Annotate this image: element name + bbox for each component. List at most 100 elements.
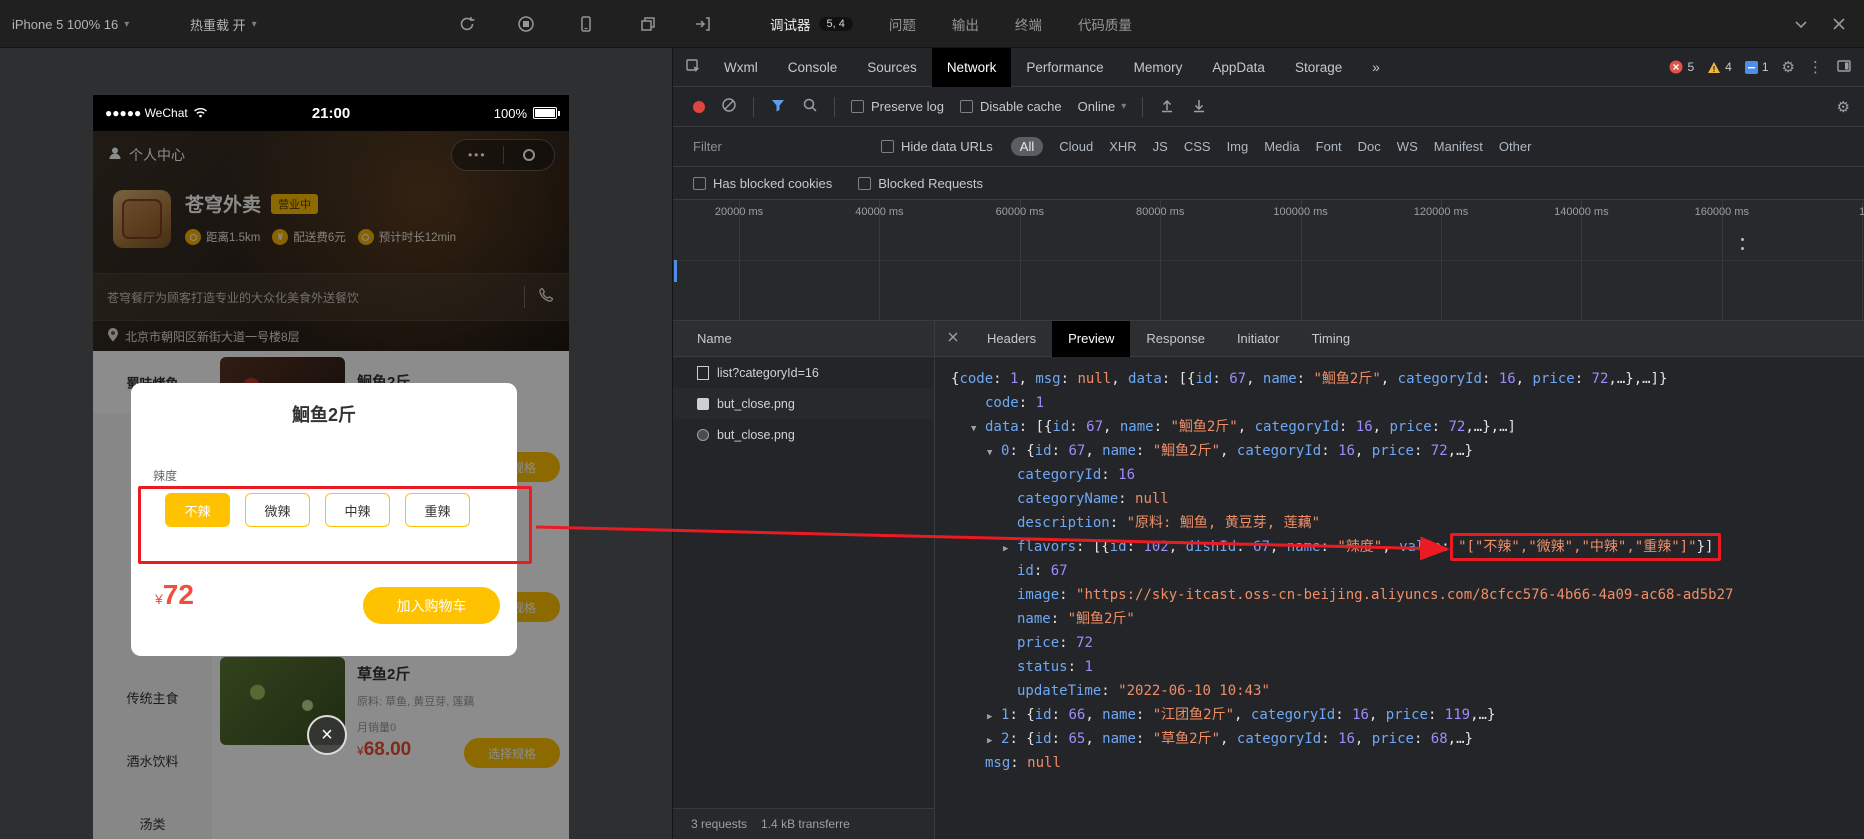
request-row-2[interactable]: but_close.png bbox=[673, 419, 934, 450]
refresh-icon[interactable] bbox=[458, 15, 476, 33]
devtools-tab-performance[interactable]: Performance bbox=[1011, 48, 1118, 87]
json-token: code bbox=[985, 395, 1019, 411]
devtools-tab-memory[interactable]: Memory bbox=[1119, 48, 1198, 87]
device-selector[interactable]: iPhone 5 100% 16 ▾ bbox=[12, 0, 129, 48]
filter-chip-doc[interactable]: Doc bbox=[1358, 139, 1381, 154]
import-har-icon[interactable] bbox=[1159, 97, 1175, 116]
ide-tab-badge: 5, 4 bbox=[818, 17, 853, 31]
request-name-header[interactable]: Name bbox=[673, 321, 934, 357]
network-settings-gear-icon[interactable]: ⚙ bbox=[1837, 98, 1864, 116]
devtools-tab-wxml[interactable]: Wxml bbox=[709, 48, 773, 87]
kebab-menu-icon[interactable]: ⋮ bbox=[1808, 58, 1823, 76]
json-token: : bbox=[1413, 731, 1431, 747]
detail-tab-initiator[interactable]: Initiator bbox=[1221, 321, 1296, 357]
json-line-11[interactable]: price: 72 bbox=[935, 631, 1864, 655]
ide-tab-4[interactable]: 代码质量 bbox=[1078, 14, 1132, 34]
blocked-requests-checkbox[interactable]: Blocked Requests bbox=[858, 176, 983, 191]
hot-reload-toggle[interactable]: 热重载 开 ▾ bbox=[190, 0, 257, 48]
json-line-10[interactable]: name: "鮰鱼2斤" bbox=[935, 607, 1864, 631]
export-har-icon[interactable] bbox=[1191, 97, 1207, 116]
devtools-tab-sources[interactable]: Sources bbox=[852, 48, 932, 87]
search-icon[interactable] bbox=[802, 97, 818, 116]
collapse-panel-icon[interactable] bbox=[1792, 15, 1810, 33]
filter-chip-other[interactable]: Other bbox=[1499, 139, 1532, 154]
tree-collapse-icon[interactable]: ▶ bbox=[987, 729, 1001, 753]
json-token: "鮰鱼2斤" bbox=[1152, 443, 1221, 459]
ide-tab-3[interactable]: 终端 bbox=[1015, 14, 1042, 34]
gear-icon[interactable]: ⚙ bbox=[1782, 58, 1795, 76]
json-line-5[interactable]: categoryName: null bbox=[935, 487, 1864, 511]
tree-expand-icon[interactable]: ▼ bbox=[971, 417, 985, 441]
flavor-option-1[interactable]: 微辣 bbox=[245, 493, 310, 527]
request-row-1[interactable]: but_close.png bbox=[673, 388, 934, 419]
filter-funnel-icon[interactable] bbox=[770, 97, 786, 116]
clear-icon[interactable] bbox=[721, 97, 737, 116]
phone-preview-icon[interactable] bbox=[577, 15, 595, 33]
flavor-option-0[interactable]: 不辣 bbox=[165, 493, 230, 527]
json-line-8[interactable]: id: 67 bbox=[935, 559, 1864, 583]
json-line-0[interactable]: {code: 1, msg: null, data: [{id: 67, nam… bbox=[935, 367, 1864, 391]
json-line-6[interactable]: description: "原料: 鮰鱼, 黄豆芽, 莲藕" bbox=[935, 511, 1864, 535]
ide-tab-2[interactable]: 输出 bbox=[952, 14, 979, 34]
add-to-cart-button[interactable]: 加入购物车 bbox=[363, 587, 500, 624]
stop-icon[interactable] bbox=[517, 15, 535, 33]
json-line-3[interactable]: ▼ 0: {id: 67, name: "鮰鱼2斤", categoryId: 1… bbox=[935, 439, 1864, 463]
json-line-2[interactable]: ▼ data: [{id: 67, name: "鮰鱼2斤", categoryI… bbox=[935, 415, 1864, 439]
flavor-option-2[interactable]: 中辣 bbox=[325, 493, 390, 527]
devtools-tab-[interactable]: » bbox=[1357, 48, 1395, 87]
multi-device-icon[interactable] bbox=[639, 15, 657, 33]
json-line-15[interactable]: ▶ 2: {id: 65, name: "草鱼2斤", categoryId: 1… bbox=[935, 727, 1864, 751]
detail-tab-timing[interactable]: Timing bbox=[1296, 321, 1367, 357]
inspect-element-icon[interactable] bbox=[685, 58, 709, 77]
filter-chip-all[interactable]: All bbox=[1010, 137, 1044, 156]
json-line-16[interactable]: msg: null bbox=[935, 751, 1864, 775]
filter-chip-media[interactable]: Media bbox=[1264, 139, 1299, 154]
devtools-tab-appdata[interactable]: AppData bbox=[1197, 48, 1280, 87]
json-line-12[interactable]: status: 1 bbox=[935, 655, 1864, 679]
json-line-13[interactable]: updateTime: "2022-06-10 10:43" bbox=[935, 679, 1864, 703]
ide-tab-1[interactable]: 问题 bbox=[889, 14, 916, 34]
devtools-tab-console[interactable]: Console bbox=[773, 48, 853, 87]
devtools-tab-network[interactable]: Network bbox=[931, 47, 1012, 87]
filter-chip-img[interactable]: Img bbox=[1227, 139, 1249, 154]
filter-chip-xhr[interactable]: XHR bbox=[1109, 139, 1136, 154]
error-count-badge[interactable]: 5 bbox=[1669, 60, 1694, 74]
record-icon[interactable] bbox=[693, 100, 705, 113]
filter-chip-ws[interactable]: WS bbox=[1397, 139, 1418, 154]
tree-collapse-icon[interactable]: ▶ bbox=[987, 705, 1001, 729]
filter-chip-font[interactable]: Font bbox=[1316, 139, 1342, 154]
ide-tab-0[interactable]: 调试器 5, 4 bbox=[770, 14, 853, 34]
preserve-log-checkbox[interactable]: Preserve log bbox=[851, 99, 944, 114]
dock-side-icon[interactable] bbox=[1836, 58, 1852, 77]
close-detail-icon[interactable] bbox=[935, 331, 971, 346]
ide-tab-label: 问题 bbox=[888, 18, 916, 33]
devtools-tab-storage[interactable]: Storage bbox=[1280, 48, 1357, 87]
info-count-badge[interactable]: 1 bbox=[1744, 60, 1769, 74]
tree-collapse-icon[interactable]: ▶ bbox=[1003, 537, 1017, 561]
disable-cache-checkbox[interactable]: Disable cache bbox=[959, 99, 1062, 114]
json-line-9[interactable]: image: "https://sky-itcast.oss-cn-beijin… bbox=[935, 583, 1864, 607]
filter-chip-manifest[interactable]: Manifest bbox=[1434, 139, 1483, 154]
filter-chip-cloud[interactable]: Cloud bbox=[1059, 139, 1093, 154]
request-row-0[interactable]: list?categoryId=16 bbox=[673, 357, 934, 388]
filter-chip-css[interactable]: CSS bbox=[1184, 139, 1211, 154]
json-line-7[interactable]: ▶ flavors: [{id: 102, dishId: 67, name: "… bbox=[935, 535, 1864, 559]
network-overview-timeline[interactable]: 20000 ms 40000 ms 60000 ms 80000 ms 100000 m… bbox=[673, 200, 1864, 321]
goto-editor-icon[interactable] bbox=[694, 15, 712, 33]
warning-count-badge[interactable]: 4 bbox=[1707, 60, 1732, 74]
close-icon[interactable] bbox=[1830, 15, 1848, 33]
tree-expand-icon[interactable]: ▼ bbox=[987, 441, 1001, 465]
json-line-4[interactable]: categoryId: 16 bbox=[935, 463, 1864, 487]
json-line-1[interactable]: code: 1 bbox=[935, 391, 1864, 415]
dialog-close-button[interactable]: × bbox=[307, 715, 347, 755]
flavor-option-3[interactable]: 重辣 bbox=[405, 493, 470, 527]
blocked-cookies-checkbox[interactable]: Has blocked cookies bbox=[693, 176, 832, 191]
filter-chip-js[interactable]: JS bbox=[1153, 139, 1168, 154]
throttling-select[interactable]: Online ▾ bbox=[1078, 99, 1127, 114]
detail-tab-headers[interactable]: Headers bbox=[971, 321, 1052, 357]
detail-tab-preview[interactable]: Preview bbox=[1052, 321, 1131, 357]
json-line-14[interactable]: ▶ 1: {id: 66, name: "江团鱼2斤", categoryId: … bbox=[935, 703, 1864, 727]
detail-tab-response[interactable]: Response bbox=[1130, 321, 1221, 357]
filter-input[interactable] bbox=[693, 139, 863, 154]
hide-data-urls-checkbox[interactable]: Hide data URLs bbox=[881, 139, 993, 154]
